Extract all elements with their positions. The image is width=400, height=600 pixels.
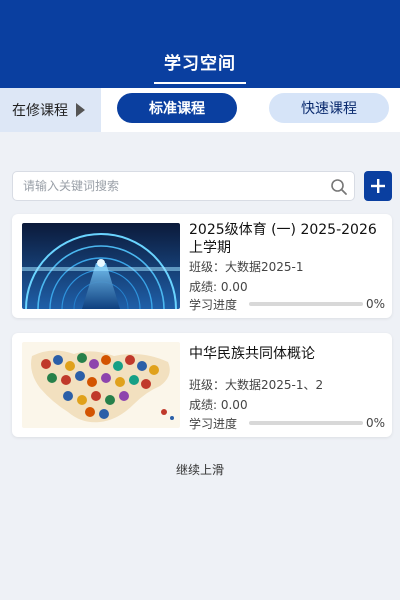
search-bar (12, 171, 355, 201)
course-score: 成绩: 0.00 (189, 398, 248, 412)
progress-label: 学习进度 (189, 297, 238, 312)
course-progress: 学习进度 0% (189, 296, 385, 312)
progress-bar (249, 302, 364, 306)
course-tabbar: 在修课程 标准课程 快速课程 (0, 88, 400, 132)
course-thumbnail (22, 342, 180, 428)
page-title: 学习空间 (164, 54, 236, 74)
ethnic-groups-map-image (22, 342, 180, 428)
course-class: 班级：大数据2025-1 (189, 260, 304, 274)
course-class: 班级：大数据2025-1、2 (189, 378, 324, 392)
course-thumbnail (22, 223, 180, 309)
progress-label: 学习进度 (189, 416, 238, 431)
course-score: 成绩: 0.00 (189, 280, 248, 294)
scroll-hint: 继续上滑 (175, 463, 224, 477)
course-card[interactable]: 2025级体育 (一) 2025-2026上学期 班级：大数据2025-1 成绩… (12, 214, 392, 318)
course-title: 2025级体育 (一) 2025-2026上学期 (189, 222, 377, 256)
progress-percent: 0% (365, 297, 385, 311)
course-title: 中华民族共同体概论 (189, 346, 315, 362)
tab-current-courses[interactable]: 在修课程 (0, 88, 101, 132)
tab-current-label: 在修课程 (12, 103, 68, 119)
progress-bar (249, 421, 364, 425)
tab-standard-courses[interactable]: 标准课程 (117, 93, 237, 123)
app-header: 学习空间 (0, 0, 400, 88)
tab-quick-courses[interactable]: 快速课程 (269, 93, 389, 123)
title-underline (154, 82, 246, 84)
course-progress: 学习进度 0% (189, 415, 385, 431)
plus-icon (371, 179, 385, 193)
triangle-right-icon (76, 103, 85, 117)
progress-percent: 0% (365, 416, 385, 430)
tunnel-bridge-image (22, 223, 180, 309)
course-card[interactable]: 中华民族共同体概论 班级：大数据2025-1、2 成绩: 0.00 学习进度 0… (12, 333, 392, 437)
search-input[interactable] (13, 172, 313, 200)
search-icon[interactable] (330, 178, 348, 196)
add-course-button[interactable] (364, 171, 392, 201)
